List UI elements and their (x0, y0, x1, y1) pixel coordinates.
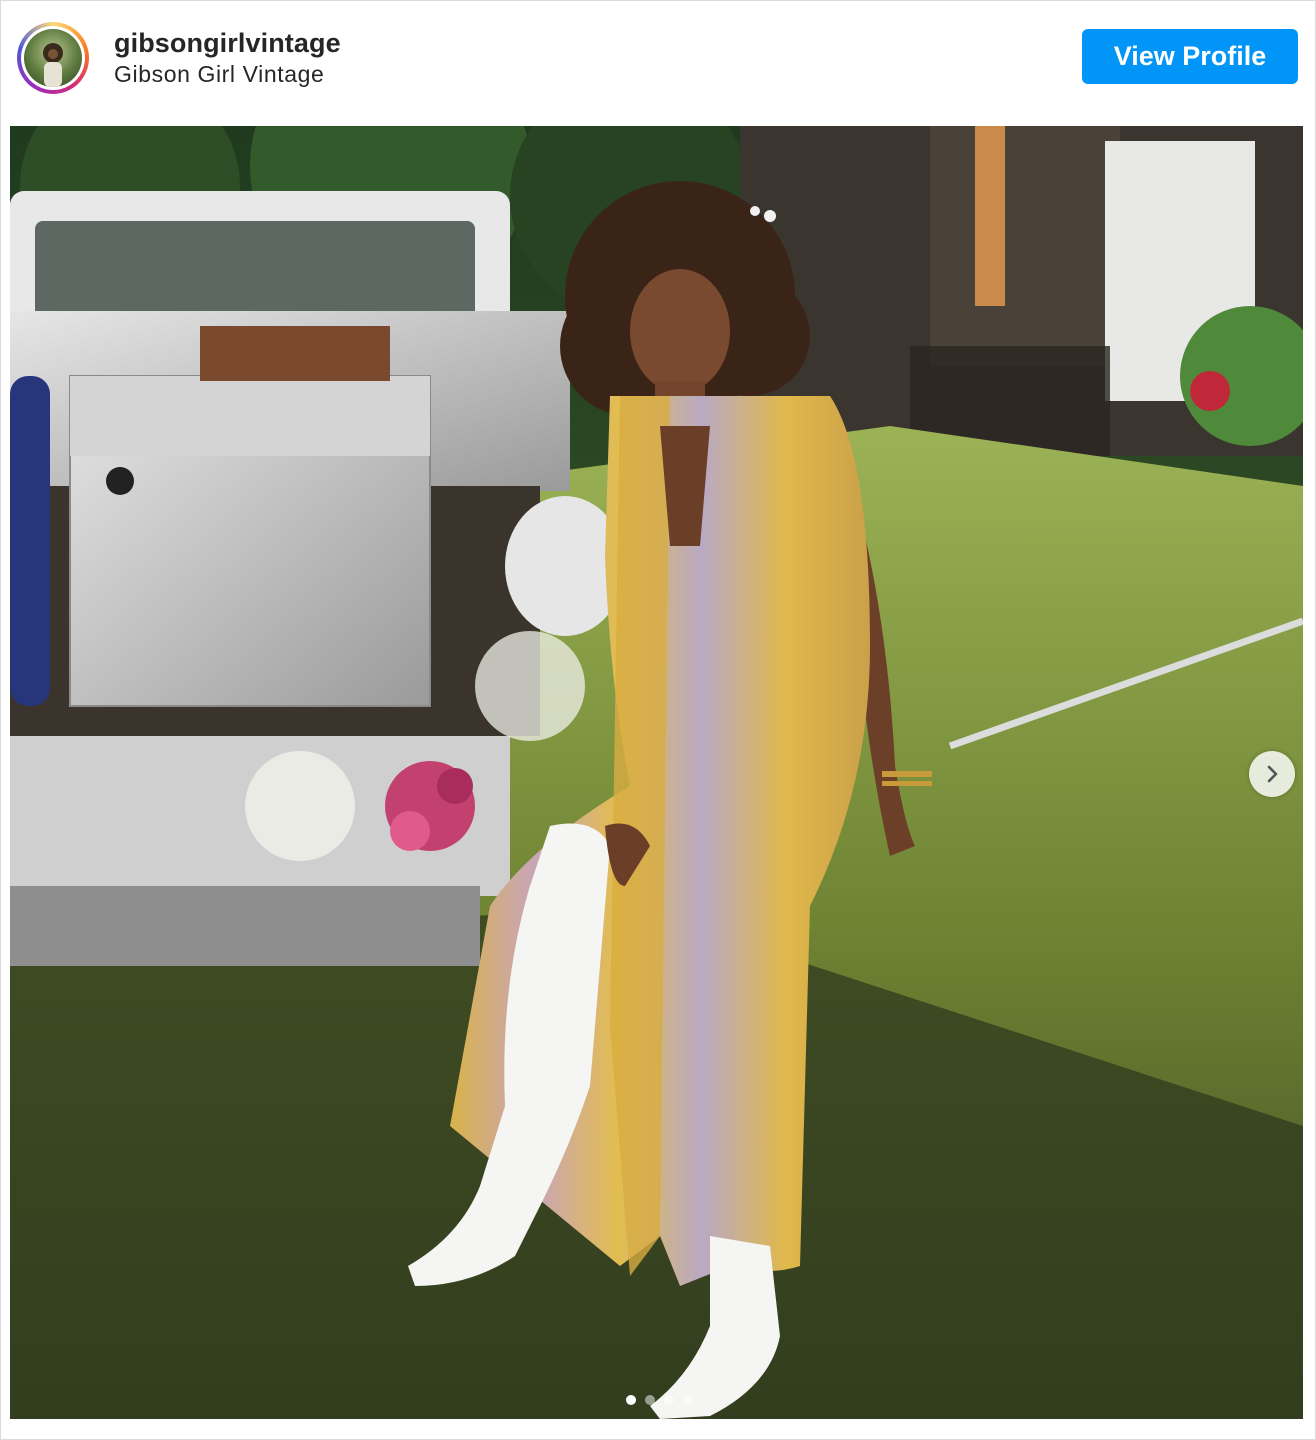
carousel-dot-2 (644, 1395, 655, 1405)
post-photo[interactable] (10, 126, 1303, 1419)
carousel-indicator (1, 1395, 1316, 1405)
full-name: Gibson Girl Vintage (114, 61, 325, 87)
carousel-dot-3 (663, 1395, 674, 1405)
chevron-right-icon (1267, 765, 1278, 783)
username[interactable]: gibsongirlvintage (114, 28, 341, 59)
avatar[interactable] (17, 22, 89, 94)
carousel-dot-4 (682, 1395, 693, 1405)
avatar-image (24, 29, 82, 87)
view-profile-button[interactable]: View Profile (1082, 29, 1298, 84)
carousel-dot-1 (625, 1395, 636, 1405)
avatar-figure (43, 43, 63, 87)
instagram-embed: gibsongirlvintage Gibson Girl Vintage Vi… (0, 0, 1316, 1440)
next-button[interactable] (1249, 751, 1295, 797)
avatar-inner (21, 26, 85, 90)
post-header: gibsongirlvintage Gibson Girl Vintage Vi… (1, 1, 1315, 123)
photo-scene (10, 126, 1303, 1419)
